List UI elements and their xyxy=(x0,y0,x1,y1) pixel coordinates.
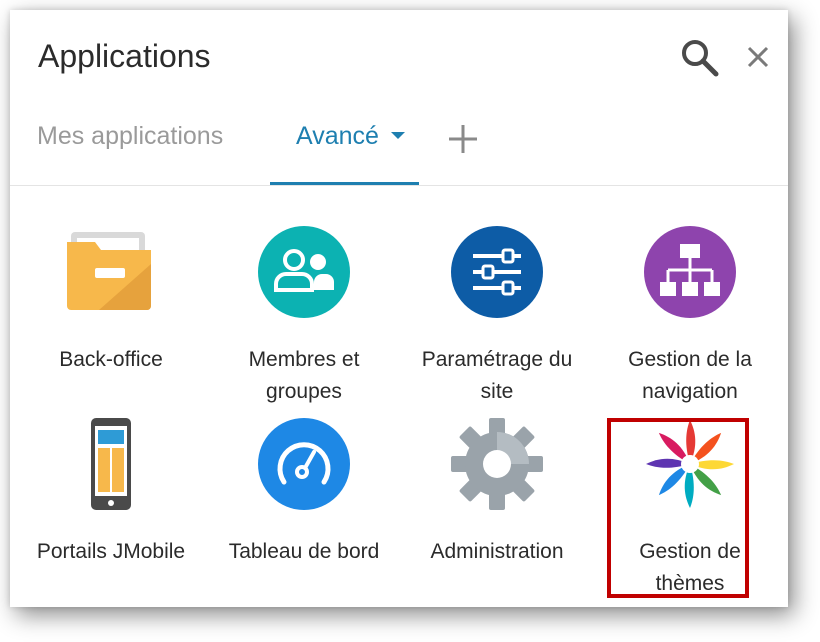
app-label-line2: navigation xyxy=(642,380,738,403)
app-parametrage-site[interactable]: Paramétrage du site xyxy=(402,224,592,404)
tab-mes-applications[interactable]: Mes applications xyxy=(37,122,223,151)
tab-label: Avancé xyxy=(296,122,379,150)
dashboard-icon xyxy=(258,418,350,510)
app-gestion-navigation[interactable]: Gestion de la navigation xyxy=(595,224,785,404)
caret-down-icon xyxy=(390,131,405,139)
smartphone-icon xyxy=(91,418,131,510)
app-label: Gestion de la xyxy=(628,348,752,371)
plus-icon[interactable] xyxy=(446,122,480,156)
sliders-icon xyxy=(451,226,543,318)
panel-title: Applications xyxy=(38,38,211,74)
app-label-line2: site xyxy=(480,380,514,403)
sitemap-icon xyxy=(644,226,736,318)
search-icon[interactable] xyxy=(678,36,722,80)
app-label: Tableau de bord xyxy=(228,540,380,563)
tab-label: Mes applications xyxy=(37,122,224,150)
app-label: Administration xyxy=(430,540,564,563)
app-label-line2: thèmes xyxy=(655,572,725,595)
app-membres-groupes[interactable]: Membres et groupes xyxy=(209,224,399,404)
app-label: Paramétrage du xyxy=(421,348,573,371)
app-label: Portails JMobile xyxy=(36,540,186,563)
gear-icon xyxy=(451,418,543,510)
app-label: Gestion de xyxy=(639,540,741,563)
pinwheel-icon xyxy=(646,420,734,508)
app-tableau-de-bord[interactable]: Tableau de bord xyxy=(209,416,399,596)
users-icon xyxy=(258,226,350,318)
tab-avance[interactable]: Avancé xyxy=(296,122,405,151)
app-portails-jmobile[interactable]: Portails JMobile xyxy=(16,416,206,596)
app-gestion-themes[interactable]: Gestion de thèmes xyxy=(595,416,785,596)
divider xyxy=(10,185,788,186)
app-label-line2: groupes xyxy=(266,380,342,403)
app-administration[interactable]: Administration xyxy=(402,416,592,596)
app-back-office[interactable]: Back-office xyxy=(16,224,206,404)
close-icon[interactable] xyxy=(744,43,772,71)
applications-panel: Applications Mes applications Avancé Bac… xyxy=(10,10,788,607)
tab-bar: Mes applications Avancé xyxy=(10,110,788,186)
folder-icon xyxy=(67,232,151,310)
app-label: Back-office xyxy=(59,348,163,371)
app-label: Membres et xyxy=(248,348,360,371)
